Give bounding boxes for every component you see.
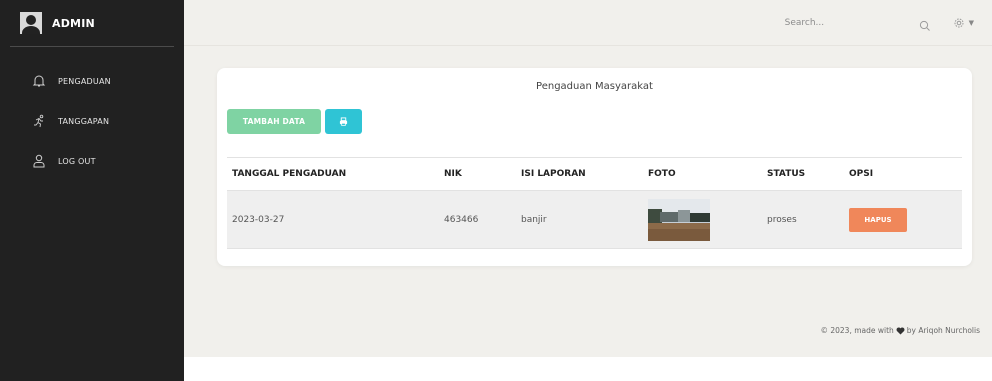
main-area: ▼ Pengaduan Masyarakat TAMBAH DATA TANGG… — [184, 0, 992, 357]
gear-icon — [954, 18, 964, 27]
delete-button[interactable]: HAPUS — [849, 207, 907, 232]
cell-foto — [643, 190, 762, 249]
avatar — [20, 12, 42, 34]
bell-icon — [32, 74, 46, 88]
sidebar-nav: PENGADUAN TANGGAPAN LOG OUT — [0, 47, 184, 181]
card-title: Pengaduan Masyarakat — [536, 81, 653, 92]
footer: © 2023, made with by Ariqoh Nurcholis — [820, 326, 980, 335]
print-button[interactable] — [325, 109, 362, 134]
running-icon — [32, 114, 46, 128]
sidebar: ADMIN PENGADUAN TANGGAPAN LOG OUT — [0, 0, 184, 381]
table-row: 2023-03-27 463466 banjir proses HAPUS — [227, 190, 962, 249]
column-header: FOTO — [643, 157, 762, 191]
sidebar-item-label: LOG OUT — [58, 156, 96, 166]
column-header: OPSI — [844, 157, 962, 191]
cell-status: proses — [762, 190, 844, 249]
card-actions: TAMBAH DATA — [227, 109, 972, 134]
user-icon — [32, 154, 46, 168]
topbar: ▼ — [184, 0, 992, 46]
sidebar-item-label: PENGADUAN — [58, 76, 111, 86]
search-icon[interactable] — [919, 17, 931, 31]
cell-tanggal: 2023-03-27 — [227, 190, 439, 249]
brand: ADMIN — [0, 0, 184, 46]
flood-photo — [648, 198, 710, 241]
cell-opsi: HAPUS — [844, 190, 962, 249]
sidebar-item-tanggapan[interactable]: TANGGAPAN — [0, 101, 184, 141]
brand-name: ADMIN — [52, 16, 95, 30]
footer-suffix: by Ariqoh Nurcholis — [906, 326, 980, 335]
sidebar-item-label: TANGGAPAN — [58, 116, 110, 126]
complaints-card: Pengaduan Masyarakat TAMBAH DATA TANGGAL… — [217, 68, 972, 266]
footer-prefix: © 2023, made with — [820, 326, 894, 335]
column-header: ISI LAPORAN — [516, 157, 643, 191]
search-box — [775, 10, 939, 36]
add-data-button[interactable]: TAMBAH DATA — [227, 109, 321, 134]
column-header: STATUS — [762, 157, 844, 191]
heart-icon — [896, 327, 905, 335]
settings-dropdown[interactable]: ▼ — [953, 17, 974, 29]
search-input[interactable] — [784, 17, 905, 28]
cell-nik: 463466 — [439, 190, 516, 249]
complaints-table: TANGGAL PENGADUAN NIK ISI LAPORAN FOTO S… — [227, 157, 962, 249]
print-icon — [339, 117, 348, 126]
sidebar-item-pengaduan[interactable]: PENGADUAN — [0, 61, 184, 101]
table-header-row: TANGGAL PENGADUAN NIK ISI LAPORAN FOTO S… — [227, 157, 962, 191]
cell-isi-laporan: banjir — [516, 190, 643, 249]
column-header: TANGGAL PENGADUAN — [227, 157, 439, 191]
chevron-down-icon: ▼ — [968, 18, 974, 27]
column-header: NIK — [439, 157, 516, 191]
sidebar-item-logout[interactable]: LOG OUT — [0, 141, 184, 181]
